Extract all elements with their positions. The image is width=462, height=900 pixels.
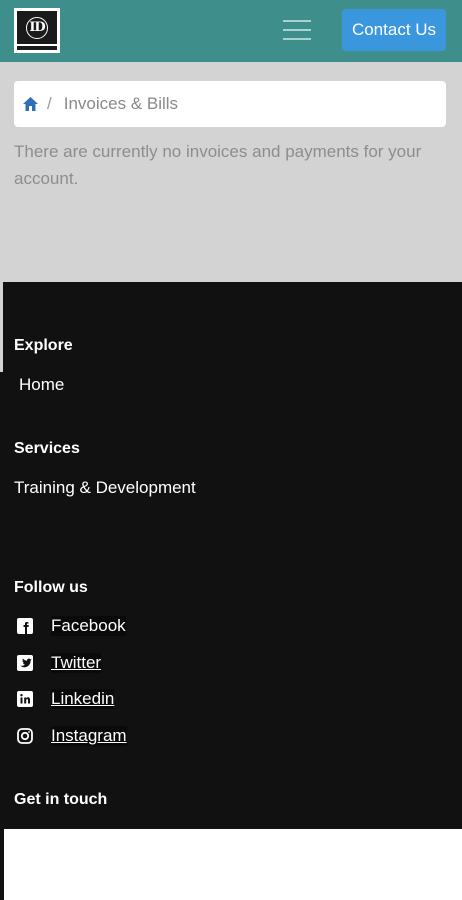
social-link-instagram[interactable]: Instagram: [16, 726, 127, 746]
social-label-facebook: Facebook: [51, 616, 126, 636]
linkedin-icon: [16, 690, 34, 708]
footer-heading-contact: Get in touch: [14, 791, 108, 808]
social-link-linkedin[interactable]: Linkedin: [16, 689, 115, 709]
top-nav-bar: ID Contact Us: [0, 0, 462, 62]
instagram-icon: [16, 727, 34, 745]
logo-monogram: ID: [26, 16, 48, 39]
twitter-icon: [16, 654, 34, 672]
footer-heading-explore: Explore: [14, 337, 73, 354]
empty-state-message: There are currently no invoices and paym…: [14, 142, 422, 188]
social-label-instagram: Instagram: [51, 726, 127, 746]
footer-heading-follow: Follow us: [14, 579, 88, 596]
breadcrumb: / Invoices & Bills: [14, 81, 446, 127]
social-label-twitter: Twitter: [51, 653, 102, 673]
logo-mark: ID: [17, 11, 57, 44]
facebook-icon: [16, 617, 34, 635]
contact-panel: [4, 829, 462, 900]
contact-us-button[interactable]: Contact Us: [342, 9, 446, 51]
social-link-facebook[interactable]: Facebook: [16, 616, 126, 636]
home-icon[interactable]: [22, 96, 39, 112]
footer-heading-services: Services: [14, 440, 80, 457]
content-edge: [0, 62, 3, 372]
company-logo[interactable]: ID: [14, 8, 60, 53]
social-label-linkedin: Linkedin: [51, 689, 115, 709]
hamburger-menu-icon[interactable]: [283, 19, 311, 41]
footer-link-training[interactable]: Training & Development: [14, 478, 196, 498]
social-link-twitter[interactable]: Twitter: [16, 653, 102, 673]
footer-link-home[interactable]: Home: [19, 375, 64, 395]
breadcrumb-separator: /: [47, 94, 52, 113]
breadcrumb-current: Invoices & Bills: [63, 94, 179, 113]
logo-band: [17, 46, 57, 50]
